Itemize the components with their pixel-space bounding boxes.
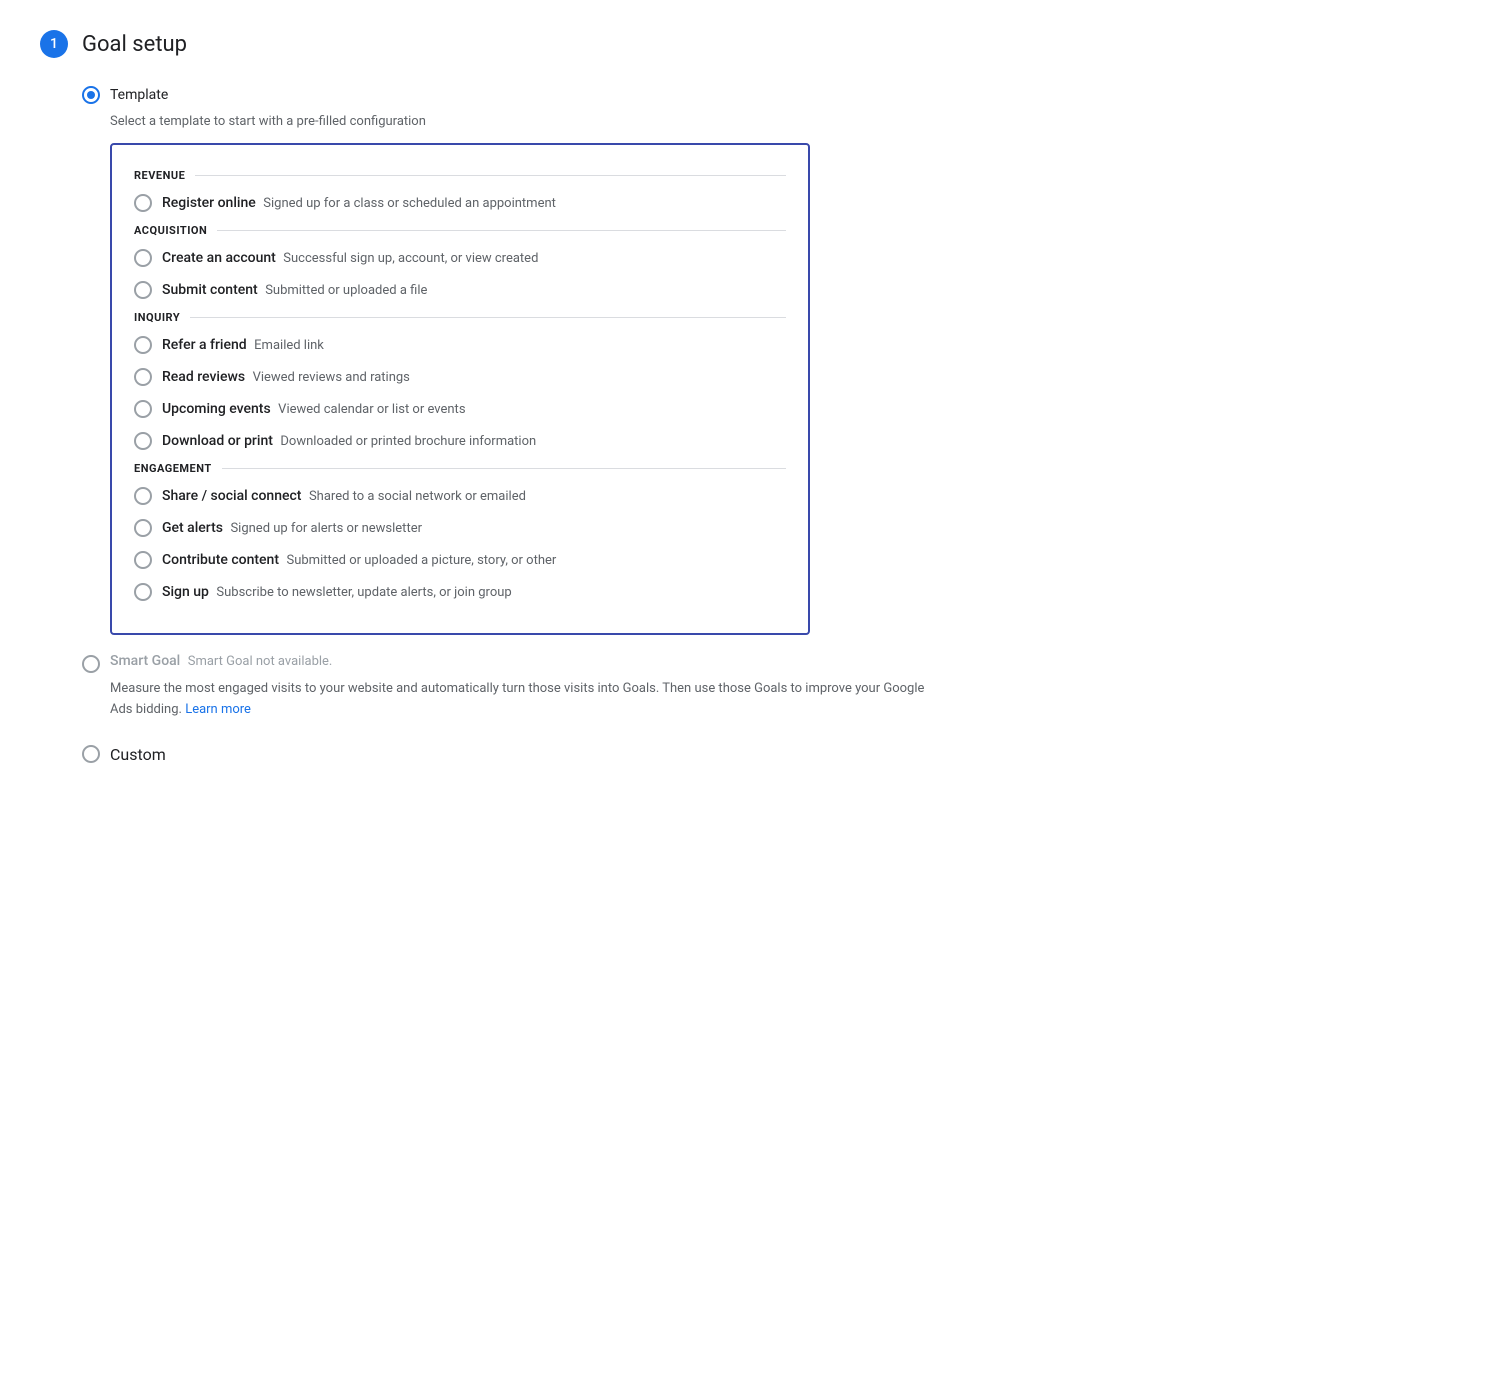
smart-goal-desc-block: Measure the most engaged visits to your … xyxy=(110,679,930,721)
upcoming-events-radio[interactable] xyxy=(134,400,152,418)
get-alerts-desc: Signed up for alerts or newsletter xyxy=(230,521,422,536)
list-item: Download or print Downloaded or printed … xyxy=(134,430,786,452)
upcoming-events-name: Upcoming events xyxy=(162,401,271,417)
list-item: Read reviews Viewed reviews and ratings xyxy=(134,366,786,388)
download-print-desc: Downloaded or printed brochure informati… xyxy=(280,434,536,449)
list-item: Register online Signed up for a class or… xyxy=(134,192,786,214)
list-item: Contribute content Submitted or uploaded… xyxy=(134,549,786,571)
share-social-name: Share / social connect xyxy=(162,488,301,504)
list-item: Sign up Subscribe to newsletter, update … xyxy=(134,581,786,603)
smart-goal-radio[interactable] xyxy=(82,655,100,673)
custom-label: Custom xyxy=(110,745,166,764)
sign-up-desc: Subscribe to newsletter, update alerts, … xyxy=(216,585,511,600)
contribute-content-radio[interactable] xyxy=(134,551,152,569)
list-item: Create an account Successful sign up, ac… xyxy=(134,247,786,269)
get-alerts-radio[interactable] xyxy=(134,519,152,537)
smart-goal-title: Smart Goal xyxy=(110,653,180,669)
read-reviews-name: Read reviews xyxy=(162,369,245,385)
list-item: Refer a friend Emailed link xyxy=(134,334,786,356)
get-alerts-name: Get alerts xyxy=(162,520,223,536)
list-item: Get alerts Signed up for alerts or newsl… xyxy=(134,517,786,539)
template-box: REVENUE Register online Signed up for a … xyxy=(110,143,810,635)
template-option-row: Template xyxy=(82,86,1460,104)
custom-option-row: Custom xyxy=(82,745,1460,764)
refer-friend-name: Refer a friend xyxy=(162,337,247,353)
contribute-content-desc: Submitted or uploaded a picture, story, … xyxy=(287,553,557,568)
create-account-radio[interactable] xyxy=(134,249,152,267)
contribute-content-name: Contribute content xyxy=(162,552,279,568)
read-reviews-desc: Viewed reviews and ratings xyxy=(253,370,410,385)
register-online-radio[interactable] xyxy=(134,194,152,212)
list-item: Upcoming events Viewed calendar or list … xyxy=(134,398,786,420)
share-social-radio[interactable] xyxy=(134,487,152,505)
page-header: 1 Goal setup xyxy=(40,30,1460,58)
refer-friend-desc: Emailed link xyxy=(254,338,324,353)
register-online-desc: Signed up for a class or scheduled an ap… xyxy=(263,196,556,211)
smart-goal-desc-inline: Smart Goal not available. xyxy=(188,654,333,669)
create-account-desc: Successful sign up, account, or view cre… xyxy=(283,251,538,266)
sign-up-name: Sign up xyxy=(162,584,209,600)
submit-content-desc: Submitted or uploaded a file xyxy=(265,283,427,298)
category-acquisition: ACQUISITION Create an account Successful… xyxy=(134,224,786,301)
step-badge: 1 xyxy=(40,30,68,58)
register-online-name: Register online xyxy=(162,195,256,211)
submit-content-name: Submit content xyxy=(162,282,258,298)
custom-radio[interactable] xyxy=(82,745,100,763)
create-account-name: Create an account xyxy=(162,250,276,266)
sign-up-radio[interactable] xyxy=(134,583,152,601)
category-revenue: REVENUE Register online Signed up for a … xyxy=(134,169,786,214)
submit-content-radio[interactable] xyxy=(134,281,152,299)
category-engagement: ENGAGEMENT Share / social connect Shared… xyxy=(134,462,786,603)
smart-goal-section: Smart Goal Smart Goal not available. Mea… xyxy=(82,653,1460,721)
page-title: Goal setup xyxy=(82,32,187,57)
template-description: Select a template to start with a pre-fi… xyxy=(110,114,1460,129)
category-inquiry: INQUIRY Refer a friend Emailed link Read… xyxy=(134,311,786,452)
list-item: Submit content Submitted or uploaded a f… xyxy=(134,279,786,301)
category-label-acquisition: ACQUISITION xyxy=(134,224,786,237)
read-reviews-radio[interactable] xyxy=(134,368,152,386)
category-label-inquiry: INQUIRY xyxy=(134,311,786,324)
share-social-desc: Shared to a social network or emailed xyxy=(309,489,526,504)
category-label-revenue: REVENUE xyxy=(134,169,786,182)
template-radio[interactable] xyxy=(82,86,100,104)
refer-friend-radio[interactable] xyxy=(134,336,152,354)
download-print-name: Download or print xyxy=(162,433,273,449)
learn-more-link[interactable]: Learn more xyxy=(185,702,251,717)
list-item: Share / social connect Shared to a socia… xyxy=(134,485,786,507)
download-print-radio[interactable] xyxy=(134,432,152,450)
smart-goal-row: Smart Goal Smart Goal not available. xyxy=(82,653,1460,673)
template-label: Template xyxy=(110,87,168,103)
category-label-engagement: ENGAGEMENT xyxy=(134,462,786,475)
upcoming-events-desc: Viewed calendar or list or events xyxy=(278,402,465,417)
